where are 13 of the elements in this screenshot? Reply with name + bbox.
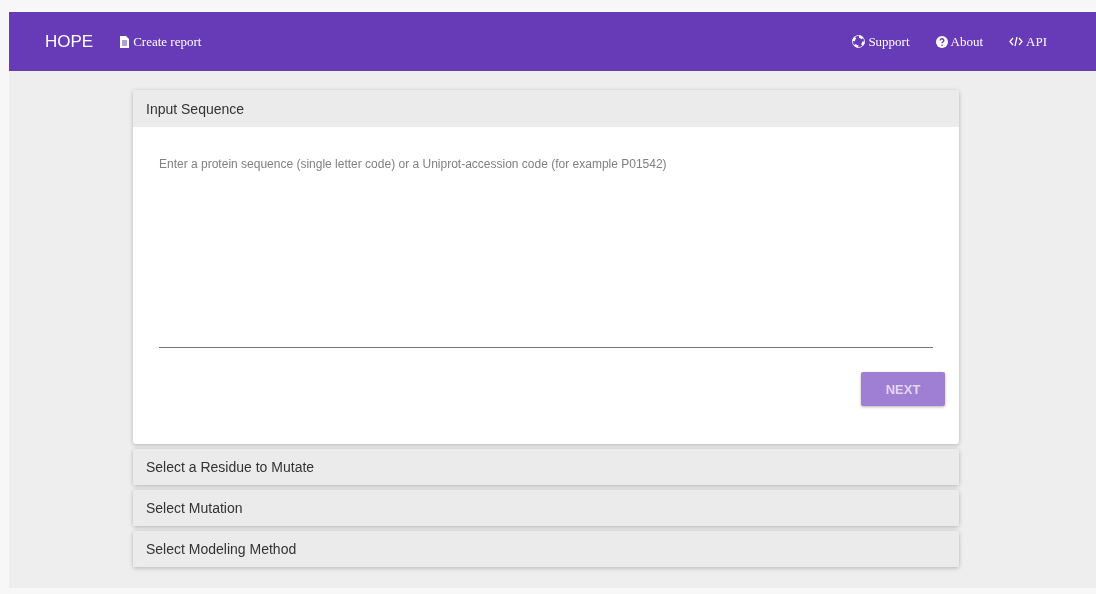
code-icon [1009,36,1024,47]
lifebuoy-icon [852,35,866,48]
step-header[interactable]: Select a Residue to Mutate [133,449,959,485]
step-header[interactable]: Select Modeling Method [133,531,959,567]
nav-link[interactable]: API [1009,33,1047,50]
step-header[interactable]: Input Sequence [133,90,959,127]
document-icon [119,35,131,48]
nav-link[interactable]: Support [852,33,910,50]
brand-name: HOPE [45,31,94,52]
nav-link[interactable]: About [935,33,984,50]
help-icon [935,35,948,48]
nav-link[interactable]: Create report [119,33,202,50]
step-header[interactable]: Select Mutation [133,490,959,526]
